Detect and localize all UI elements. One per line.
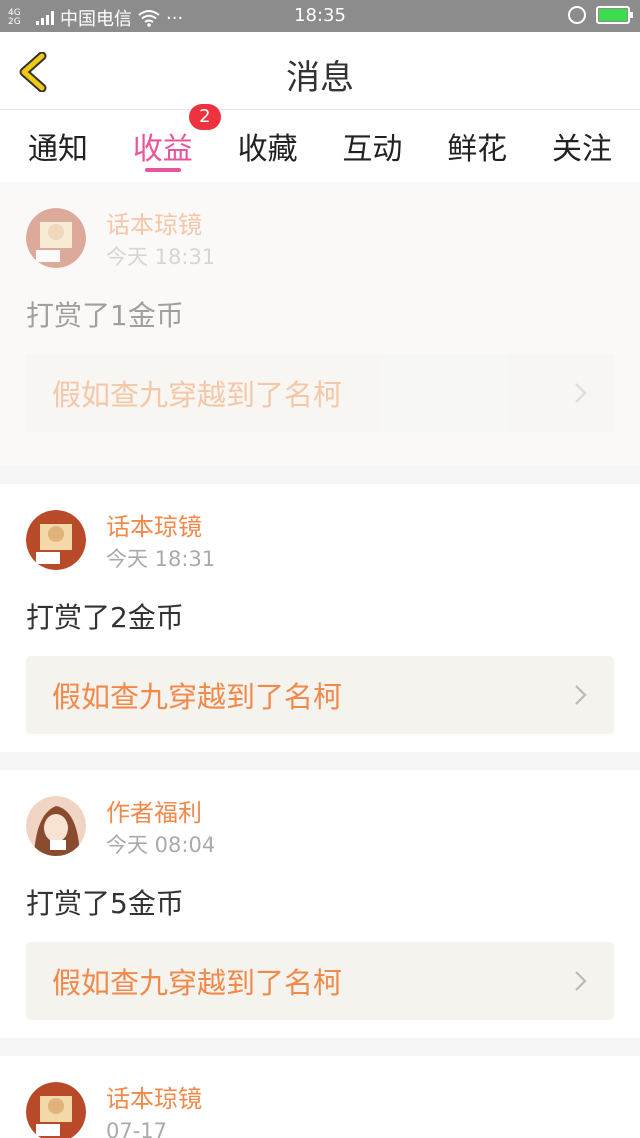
- book-link[interactable]: 假如查九穿越到了名柯: [26, 354, 614, 432]
- message-text: 打赏了5金币: [26, 887, 184, 920]
- tab-favorites[interactable]: 收藏: [236, 110, 300, 182]
- avatar[interactable]: [26, 1082, 86, 1138]
- message-time: 今天 18:31: [106, 547, 216, 571]
- tab-label: 收藏: [237, 132, 298, 167]
- status-bar: 4G 2G 中国电信 ··· 18:35: [0, 0, 640, 32]
- book-link[interactable]: 假如查九穿越到了名柯: [26, 656, 614, 734]
- message-card: 作者福利 今天 08:04 打赏了5金币 假如查九穿越到了名柯: [0, 770, 640, 1038]
- status-time: 18:35: [294, 5, 346, 26]
- tab-earnings[interactable]: 收益 2: [131, 104, 221, 182]
- message-time: 07-17: [106, 1119, 168, 1138]
- active-tab-indicator: [144, 168, 181, 172]
- avatar[interactable]: [26, 796, 86, 856]
- message-text: 打赏了1金币: [26, 299, 184, 332]
- tab-label: 关注: [551, 132, 612, 167]
- tab-label: 通知: [28, 132, 88, 167]
- book-title: 假如查九穿越到了名柯: [52, 680, 343, 714]
- tab-label: 互动: [342, 132, 403, 167]
- chevron-right-icon: [575, 971, 587, 991]
- book-title: 假如查九穿越到了名柯: [52, 378, 343, 412]
- avatar[interactable]: [26, 208, 86, 268]
- tab-interaction[interactable]: 互动: [340, 110, 404, 182]
- message-text: 打赏了2金币: [26, 601, 184, 634]
- message-card: 话本琼镜 今天 18:31 打赏了1金币 假如查九穿越到了名柯: [0, 182, 640, 466]
- sender-name: 作者福利: [106, 799, 202, 827]
- page-title: 消息: [286, 58, 354, 98]
- book-title: 假如查九穿越到了名柯: [52, 966, 343, 1000]
- battery-charging-icon: [596, 6, 633, 24]
- tab-follow[interactable]: 关注: [550, 110, 614, 182]
- chevron-right-icon: [575, 685, 587, 705]
- sender-name: 话本琼镜: [106, 211, 202, 239]
- message-card: 话本琼镜 07-17: [0, 1056, 640, 1138]
- tab-bar: 通知 收益 2 收藏 互动 鲜花 关注: [0, 104, 640, 182]
- message-time: 今天 08:04: [106, 833, 216, 857]
- tab-flowers[interactable]: 鲜花: [445, 110, 509, 182]
- message-time: 今天 18:31: [106, 245, 216, 269]
- nav-bar: 消息: [0, 32, 640, 110]
- sender-name: 话本琼镜: [106, 513, 202, 541]
- message-card: 话本琼镜 今天 18:31 打赏了2金币 假如查九穿越到了名柯: [0, 484, 640, 752]
- status-right: [568, 6, 633, 24]
- tab-notice[interactable]: 通知: [26, 110, 90, 182]
- alarm-icon: [568, 6, 586, 24]
- tab-label: 鲜花: [447, 132, 508, 167]
- avatar[interactable]: [26, 510, 86, 570]
- unread-badge: 2: [188, 104, 221, 130]
- tab-label: 收益: [132, 132, 193, 167]
- book-link[interactable]: 假如查九穿越到了名柯: [26, 942, 614, 1020]
- chevron-right-icon: [575, 383, 587, 403]
- sender-name: 话本琼镜: [106, 1085, 202, 1113]
